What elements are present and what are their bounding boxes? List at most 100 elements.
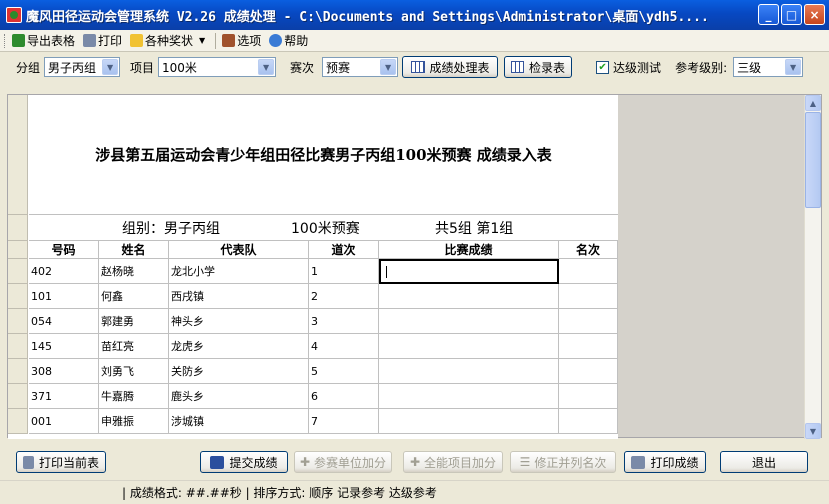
table-cell: 001 [29,409,99,434]
event-select[interactable]: 100米 ▼ [158,57,277,77]
grid-icon [410,61,425,73]
chevron-down-icon: ▼ [258,59,275,75]
scroll-down-icon[interactable]: ▼ [805,423,821,439]
printer-icon [23,455,34,469]
printer-icon [83,34,97,47]
minimize-button[interactable]: _ [758,4,779,25]
title-bar: 魔风田径运动会管理系统 V2.26 成绩处理 - C:\Documents an… [0,0,829,30]
heat-info: 共5组 第1组 [435,220,514,237]
status-text: | 成绩格式: ##.##秒 | 排序方式: 顺序 记录参考 达级参考 [122,486,437,500]
table-cell: 何鑫 [99,284,169,309]
table-cell: 145 [29,334,99,359]
row-header [8,309,28,334]
vertical-scrollbar[interactable]: ▲ ▼ [804,95,821,439]
table-cell: 刘勇飞 [99,359,169,384]
group-label: 分组 [16,60,41,75]
table-cell: 牛嘉腾 [99,384,169,409]
table-cell: 6 [309,384,379,409]
worksheet-area: 涉县第五届运动会青少年组田径比赛男子丙组100米预赛 成绩录入表 组别：男子丙组… [7,94,822,439]
table-cell: 7 [309,409,379,434]
export-table-menu[interactable]: 导出表格 [12,32,75,49]
table-cell: 赵杨晓 [99,259,169,284]
awards-menu[interactable]: 各种奖状 ▼ [130,32,205,49]
reference-level-select[interactable]: 三级 ▼ [733,57,804,77]
help-icon [269,34,283,47]
table-cell: 371 [29,384,99,409]
unit-bonus-button[interactable]: ✚ 参赛单位加分 [294,451,392,473]
column-header: 比赛成绩 [379,241,559,259]
fix-tied-rank-button[interactable]: ☰ 修正并列名次 [510,451,616,473]
row-header [8,215,28,241]
chevron-down-icon: ▼ [380,59,397,75]
qualification-test-checkbox[interactable]: ✔ [596,60,610,74]
table-cell [559,284,618,309]
toolbar: 导出表格 打印 各种奖状 ▼ 选项 帮助 [0,30,829,52]
table-cell: 4 [309,334,379,359]
toolbar-grip [4,33,7,48]
column-header: 名次 [559,241,618,259]
exit-button[interactable]: 退出 [720,451,808,473]
result-cell[interactable] [379,334,559,359]
check-in-table-button[interactable]: 检录表 [504,56,573,78]
row-header [8,284,28,309]
print-results-button[interactable]: 打印成绩 [624,451,706,473]
table-cell: 101 [29,284,99,309]
allround-bonus-button[interactable]: ✚ 全能项目加分 [403,451,503,473]
grid-icon [511,61,525,73]
sheet-title: 涉县第五届运动会青少年组田径比赛男子丙组100米预赛 成绩录入表 [29,95,618,215]
award-icon [130,34,144,47]
table-cell: 郭建勇 [99,309,169,334]
tools-icon [222,34,236,47]
results-sheet[interactable]: 涉县第五届运动会青少年组田径比赛男子丙组100米预赛 成绩录入表 组别：男子丙组… [8,95,618,439]
table-cell: 苗红亮 [99,334,169,359]
table-cell: 1 [309,259,379,284]
table-cell: 西戌镇 [169,284,309,309]
print-current-button[interactable]: 打印当前表 [16,451,106,473]
table-cell [559,409,618,434]
column-header: 号码 [29,241,99,259]
toolbar-separator [215,32,217,49]
table-cell: 402 [29,259,99,284]
column-header: 道次 [309,241,379,259]
status-bar: | 成绩格式: ##.##秒 | 排序方式: 顺序 记录参考 达级参考 [0,480,829,504]
round-select[interactable]: 预赛 ▼ [322,57,399,77]
submit-results-button[interactable]: 提交成绩 [200,451,288,473]
app-icon [6,7,22,23]
round-label: 赛次 [290,60,315,75]
table-cell: 神头乡 [169,309,309,334]
save-icon [210,455,225,469]
table-cell: 关防乡 [169,359,309,384]
print-menu[interactable]: 打印 [83,32,122,49]
result-cell[interactable] [379,359,559,384]
printer-icon [631,455,646,469]
spreadsheet-icon [12,34,25,47]
table-cell [559,259,618,284]
close-button[interactable]: × [804,4,825,25]
row-header [8,259,28,284]
help-menu[interactable]: 帮助 [269,32,308,49]
result-cell[interactable] [379,309,559,334]
window-title: 魔风田径运动会管理系统 V2.26 成绩处理 - C:\Documents an… [26,9,709,25]
table-cell: 鹿头乡 [169,384,309,409]
process-table-button[interactable]: 成绩处理表 [402,56,499,78]
maximize-button[interactable]: □ [781,4,802,25]
column-header: 姓名 [99,241,169,259]
table-cell: 2 [309,284,379,309]
row-header [8,384,28,409]
table-cell: 涉城镇 [169,409,309,434]
result-cell[interactable] [379,384,559,409]
row-header [8,359,28,384]
result-cell[interactable] [379,259,559,284]
scroll-up-icon[interactable]: ▲ [805,95,821,111]
result-cell[interactable] [379,409,559,434]
action-bar: 打印当前表 提交成绩 ✚ 参赛单位加分 ✚ 全能项目加分 ☰ 修正并列名次 打印成绩 … [0,446,829,478]
reference-level-label: 参考级别: [675,60,728,75]
table-cell: 054 [29,309,99,334]
row-header [8,409,28,434]
table-cell: 龙北小学 [169,259,309,284]
options-menu[interactable]: 选项 [222,32,261,49]
group-select[interactable]: 男子丙组 ▼ [44,57,121,77]
table-cell [559,384,618,409]
result-cell[interactable] [379,284,559,309]
scroll-thumb[interactable] [805,112,821,208]
